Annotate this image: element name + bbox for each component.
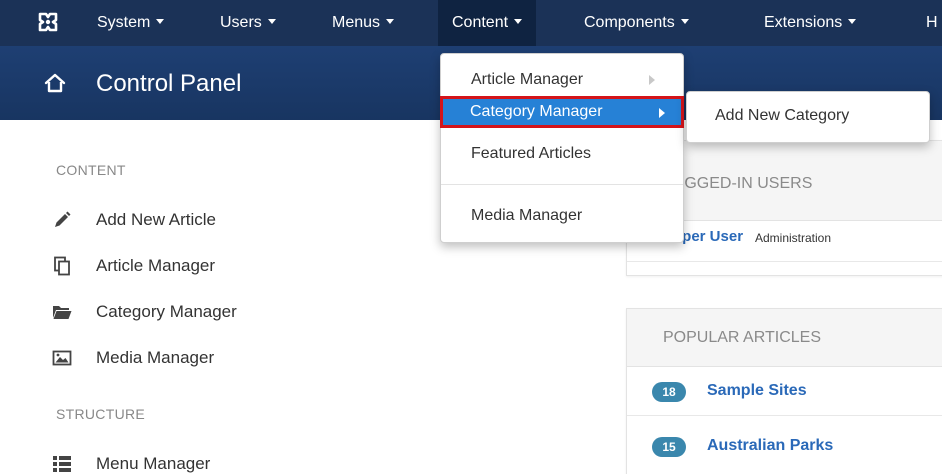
sidebar-item-menu-manager[interactable]: Menu Manager <box>52 452 352 474</box>
pencil-icon <box>55 211 71 227</box>
nav-system-label: System <box>97 14 151 31</box>
chevron-right-icon <box>649 75 655 85</box>
content-dropdown-menu: Article Manager Category Manager Feature… <box>440 53 684 243</box>
list-icon <box>53 456 71 472</box>
chevron-down-icon <box>386 19 395 25</box>
section-title-structure: STRUCTURE <box>56 406 146 422</box>
sidebar-item-label: Add New Article <box>96 210 216 229</box>
menu-item-label: Featured Articles <box>471 145 592 162</box>
menu-item-media-manager[interactable]: Media Manager <box>441 200 683 232</box>
joomla-logo-icon[interactable] <box>36 10 60 34</box>
chevron-right-icon <box>659 108 665 118</box>
nav-content-label: Content <box>452 14 509 31</box>
panel-title: LOGGED-IN USERS <box>663 175 813 192</box>
chevron-down-icon <box>848 19 857 25</box>
nav-content[interactable]: Content <box>438 0 537 46</box>
nav-components-label: Components <box>584 14 675 31</box>
sidebar-item-media-manager[interactable]: Media Manager <box>52 346 352 370</box>
nav-extensions-label: Extensions <box>764 14 843 31</box>
nav-extensions[interactable]: Extensions <box>764 0 857 46</box>
user-role: Administration <box>755 231 832 245</box>
article-link[interactable]: Australian Parks <box>707 437 833 455</box>
sidebar-item-label: Category Manager <box>96 302 237 321</box>
row-divider <box>627 261 942 262</box>
article-link[interactable]: Sample Sites <box>707 382 807 400</box>
menu-item-featured-articles[interactable]: Featured Articles <box>441 138 683 170</box>
hits-badge: 15 <box>652 437 686 457</box>
nav-help-label: H <box>926 14 938 31</box>
chevron-down-icon <box>156 19 165 25</box>
home-icon <box>44 73 66 93</box>
menu-item-label: Article Manager <box>471 71 584 88</box>
sidebar-item-label: Menu Manager <box>96 454 211 473</box>
sidebar-item-article-manager[interactable]: Article Manager <box>52 254 352 278</box>
nav-users[interactable]: Users <box>220 0 276 46</box>
sidebar-item-label: Article Manager <box>96 256 216 275</box>
hits-badge: 18 <box>652 382 686 402</box>
menu-item-label: Category Manager <box>470 103 603 120</box>
category-manager-submenu: Add New Category <box>686 91 930 143</box>
chevron-down-icon <box>267 19 276 25</box>
sidebar-item-category-manager[interactable]: Category Manager <box>52 300 352 324</box>
folder-icon <box>53 306 72 319</box>
panel-header: POPULAR ARTICLES <box>627 309 942 367</box>
popular-articles-panel: POPULAR ARTICLES 18 Sample Sites 15 Aust… <box>626 308 942 474</box>
nav-menus-label: Menus <box>332 14 381 31</box>
top-nav-bar: System Users Menus Content Components Ex… <box>0 0 942 46</box>
menu-item-article-manager[interactable]: Article Manager <box>441 64 683 96</box>
nav-help[interactable]: H <box>926 0 938 46</box>
row-divider <box>627 415 942 416</box>
chevron-down-icon <box>680 19 689 25</box>
menu-item-add-new-category[interactable]: Add New Category <box>715 107 849 125</box>
sidebar-item-label: Media Manager <box>96 348 215 367</box>
nav-menus[interactable]: Menus <box>332 0 395 46</box>
page-title: Control Panel <box>96 70 242 97</box>
panel-title: POPULAR ARTICLES <box>663 329 821 346</box>
chevron-down-icon <box>514 19 523 25</box>
nav-system[interactable]: System <box>97 0 165 46</box>
copy-icon <box>54 256 70 276</box>
menu-divider <box>441 184 683 185</box>
nav-components[interactable]: Components <box>584 0 689 46</box>
sidebar-item-add-new-article[interactable]: Add New Article <box>52 208 352 232</box>
menu-item-label: Media Manager <box>471 207 583 224</box>
menu-item-category-manager[interactable]: Category Manager <box>440 96 684 128</box>
section-title-content: CONTENT <box>56 162 126 178</box>
image-icon <box>52 350 72 366</box>
nav-users-label: Users <box>220 14 262 31</box>
